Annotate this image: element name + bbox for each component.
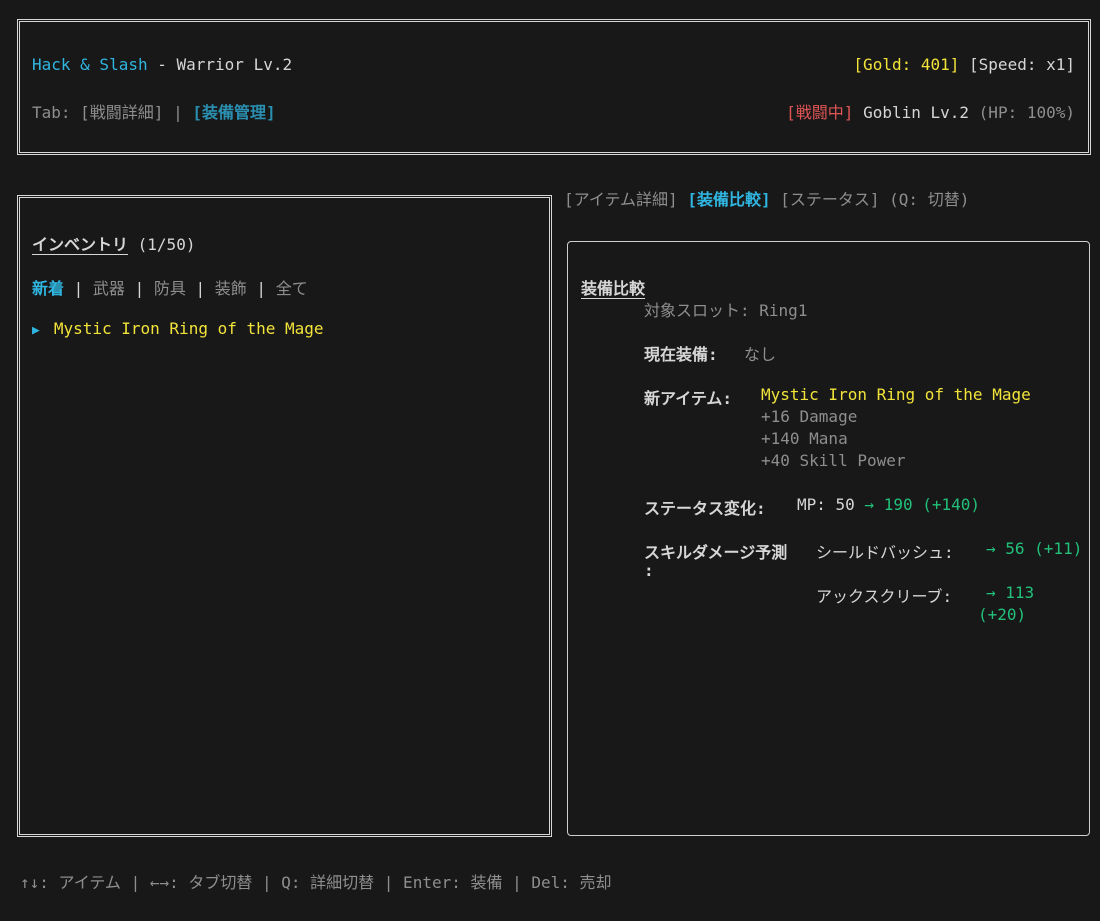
filter-weapon[interactable]: 武器	[93, 279, 125, 298]
inventory-filters: 新着 | 武器 | 防具 | 装飾 | 全て	[32, 275, 308, 299]
game-title: Hack & Slash	[32, 55, 148, 74]
filter-separator: |	[185, 279, 215, 298]
inventory-header: インベントリ (1/50)	[32, 231, 195, 255]
status-change-label: ステータス変化:	[644, 499, 766, 518]
title-separator: -	[147, 55, 177, 74]
detail-tab-hint: (Q: 切替)	[889, 190, 970, 209]
new-item-stat: +40 Skill Power	[761, 451, 906, 470]
speed-setting[interactable]: [Speed: x1]	[969, 55, 1075, 74]
tab-battle-detail[interactable]: [戦闘詳細]	[80, 103, 163, 122]
tab-compare[interactable]: [装備比較]	[687, 190, 770, 209]
battle-status-row: [戦闘中] Goblin Lv.2 (HP: 100%)	[786, 99, 1075, 123]
skill-damage-delta: (+20)	[978, 605, 1027, 624]
tab-status[interactable]: [ステータス]	[780, 190, 879, 209]
inventory-item[interactable]: ▶ Mystic Iron Ring of the Mage	[32, 319, 324, 338]
enemy-name: Goblin Lv.2	[863, 103, 970, 122]
battle-status-badge: [戦闘中]	[786, 103, 854, 122]
inventory-title: インベントリ	[32, 235, 129, 254]
skill-damage-value: → 113	[986, 583, 1035, 602]
key-hints: ↑↓: アイテム | ←→: タブ切替 | Q: 詳細切替 | Enter: 装…	[20, 873, 612, 892]
filter-new[interactable]: 新着	[32, 279, 64, 298]
tab-prefix: Tab:	[32, 103, 81, 122]
enemy-hp: (HP: 100%)	[978, 103, 1075, 122]
tab-equipment[interactable]: [装備管理]	[192, 103, 275, 122]
mp-new: → 190 (+140)	[854, 495, 981, 514]
tab-separator: |	[163, 103, 193, 122]
new-item-name: Mystic Iron Ring of the Mage	[761, 385, 1031, 404]
selection-cursor-icon: ▶	[32, 323, 40, 338]
new-item-stat: +16 Damage	[761, 407, 858, 426]
current-equip-label: 現在装備:	[644, 345, 718, 364]
skill-name: シールドバッシュ:	[816, 543, 954, 562]
gold-counter: [Gold: 401]	[853, 55, 960, 74]
skill-damage-label-colon: :	[644, 561, 654, 580]
filter-all[interactable]: 全て	[276, 279, 308, 298]
new-item-stat: +140 Mana	[761, 429, 848, 448]
compare-title: 装備比較	[581, 279, 646, 298]
mp-current: MP: 50	[797, 495, 855, 514]
filter-separator: |	[124, 279, 154, 298]
filter-accessory[interactable]: 装飾	[215, 279, 247, 298]
target-slot: 対象スロット: Ring1	[644, 297, 807, 321]
slot-label: 対象スロット:	[644, 301, 760, 320]
item-name: Mystic Iron Ring of the Mage	[53, 319, 324, 338]
current-equip-value: なし	[744, 345, 777, 364]
filter-separator: |	[246, 279, 276, 298]
mp-change: MP: 50 → 190 (+140)	[797, 495, 980, 514]
main-tabs: Tab: [戦闘詳細] | [装備管理]	[32, 99, 276, 123]
detail-tabs: [アイテム詳細] [装備比較] [ステータス] (Q: 切替)	[564, 186, 969, 210]
filter-separator: |	[64, 279, 93, 298]
player-class-level: Warrior Lv.2	[176, 55, 293, 74]
skill-damage-value: → 56 (+11)	[986, 539, 1083, 558]
game-title-row: Hack & Slash - Warrior Lv.2	[32, 55, 292, 74]
skill-name: アックスクリーブ:	[816, 587, 953, 606]
skill-damage-label: スキルダメージ予測	[644, 543, 788, 562]
resource-row: [Gold: 401] [Speed: x1]	[853, 55, 1075, 74]
header-panel	[17, 19, 1091, 155]
tab-item-detail[interactable]: [アイテム詳細]	[564, 190, 678, 209]
filter-armor[interactable]: 防具	[154, 279, 186, 298]
new-item-label: 新アイテム:	[644, 389, 733, 408]
inventory-count: (1/50)	[137, 235, 196, 254]
slot-value: Ring1	[759, 301, 808, 320]
